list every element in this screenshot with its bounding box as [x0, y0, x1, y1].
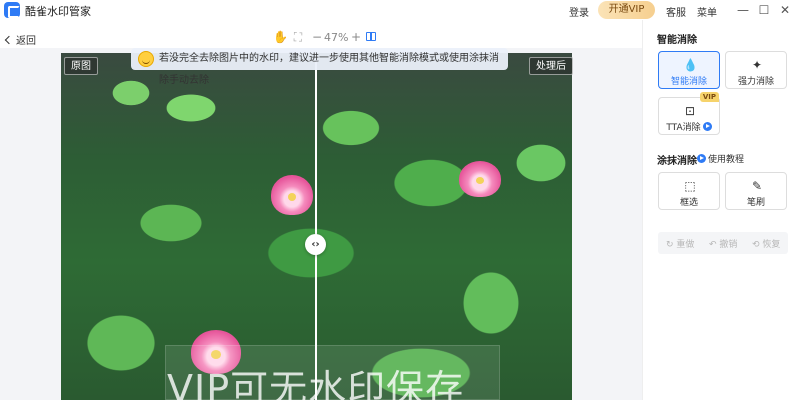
title-bar: 酷雀水印管家 登录 开通VIP 客服 菜单 — ☐ ✕ — [0, 0, 800, 20]
zoom-level: 47% — [324, 31, 349, 44]
open-vip-button[interactable]: 开通VIP — [598, 1, 655, 19]
tool-label: 笔刷 — [746, 198, 765, 208]
restore-button[interactable]: ⟲ 恢复 — [752, 237, 780, 250]
hand-tool-icon[interactable]: ✋ — [273, 30, 288, 44]
lotus-flower — [271, 175, 313, 215]
smart-remove-mode-button[interactable]: 💧 智能消除 — [658, 51, 720, 89]
zoom-in-icon[interactable]: + — [349, 30, 363, 44]
tta-icon: ⊡ — [684, 104, 696, 118]
undo-label: 撤销 — [719, 240, 738, 250]
tutorial-link[interactable]: 使用教程 — [697, 152, 744, 165]
tta-remove-mode-button[interactable]: VIP ⊡ TTA消除 — [658, 92, 720, 135]
mode-label: 强力消除 — [737, 77, 774, 87]
smiley-icon — [138, 51, 154, 67]
history-bar: ↻ 重做 ↶ 撤销 ⟲ 恢复 — [658, 232, 788, 254]
box-select-icon: ⬚ — [684, 179, 696, 193]
canvas-toolbar: 返回 ✋ ⛶ − 47% + — [0, 28, 642, 48]
customer-service-link[interactable]: 客服 — [666, 4, 686, 19]
compare-slider-handle[interactable]: ‹› — [305, 234, 326, 255]
back-arrow-icon — [4, 35, 14, 45]
ai-sparkle-icon: ✦ — [751, 58, 763, 72]
redo-label: 重做 — [676, 240, 695, 250]
app-title: 酷雀水印管家 — [25, 5, 91, 18]
login-link[interactable]: 登录 — [569, 4, 589, 19]
undo-button[interactable]: ↶ 撤销 — [709, 237, 737, 250]
processed-label: 处理后 — [529, 57, 573, 75]
app-logo-icon — [4, 2, 20, 18]
back-label: 返回 — [16, 36, 36, 47]
zoom-out-icon[interactable]: − — [310, 30, 324, 44]
restore-label: 恢复 — [762, 240, 781, 250]
hint-banner: 若没完全去除图片中的水印，建议进一步使用其他智能消除模式或使用涂抹消除手动去除 — [131, 48, 508, 86]
compare-divider[interactable] — [315, 53, 317, 400]
play-icon — [702, 122, 712, 131]
original-label: 原图 — [64, 57, 98, 75]
vip-badge: VIP — [699, 92, 719, 102]
tutorial-label: 使用教程 — [708, 155, 745, 165]
brush-remove-title: 涂抹消除 — [657, 156, 697, 167]
tool-label: 框选 — [679, 198, 698, 208]
mode-label-text: TTA消除 — [666, 123, 701, 133]
close-icon[interactable]: ✕ — [776, 1, 794, 19]
box-select-tool-button[interactable]: ⬚ 框选 — [658, 172, 720, 210]
brush-icon: ✎ — [751, 179, 763, 193]
mode-label: 智能消除 — [670, 77, 707, 87]
smart-remove-title: 智能消除 — [657, 35, 697, 46]
compare-view-icon[interactable] — [366, 32, 376, 41]
fit-screen-icon[interactable]: ⛶ — [291, 30, 305, 44]
brush-tool-button[interactable]: ✎ 笔刷 — [725, 172, 787, 210]
minimize-icon[interactable]: — — [734, 1, 752, 19]
strong-remove-mode-button[interactable]: ✦ 强力消除 — [725, 51, 787, 89]
lotus-flower — [459, 161, 501, 197]
menu-link[interactable]: 菜单 — [697, 4, 717, 19]
droplet-icon: 💧 — [683, 58, 698, 72]
mode-label: TTA消除 — [659, 120, 719, 133]
back-button[interactable]: 返回 — [4, 32, 36, 47]
maximize-icon[interactable]: ☐ — [755, 1, 773, 19]
play-icon — [697, 154, 706, 163]
redo-button[interactable]: ↻ 重做 — [666, 237, 694, 250]
